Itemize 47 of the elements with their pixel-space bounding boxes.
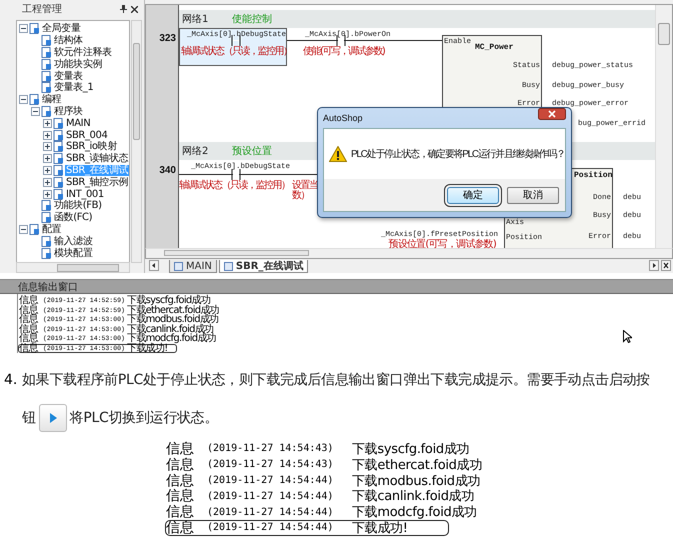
log-message: 下载ethercat.foid成功 — [127, 306, 220, 315]
contact-comment: 使能(可写，调试参数) — [303, 47, 384, 57]
log-message: 下载ethercat.foid成功 — [352, 456, 482, 474]
log-level: 信息 — [19, 315, 39, 324]
log-time: (2019-11-27 14:54:44) — [207, 506, 334, 518]
log-level: 信息 — [19, 296, 39, 306]
log-message: 下载modbus.foid成功 — [352, 472, 480, 489]
step-number: 4. — [3, 371, 18, 390]
log-time: (2019-11-27 14:54:44) — [207, 490, 334, 502]
log-level: 信息 — [19, 334, 39, 344]
log-message: 下载modbus.foid成功 — [127, 315, 219, 324]
log-time: (2019-11-27 14:54:44) — [207, 474, 334, 486]
network-comment: 预设位置 — [232, 144, 272, 158]
log-message: 下载成功! — [352, 520, 408, 537]
log-message: 下载syscfg.foid成功 — [127, 296, 210, 306]
dialog-message: PLC处于停止状态，确定要将PLC运行并且继续操作吗？ — [351, 148, 565, 161]
network-title: 网络2 — [182, 145, 210, 158]
panel-title: 工程管理 — [22, 3, 63, 16]
log-message: 下载modcfg.foid成功 — [352, 504, 477, 521]
log-level: 信息 — [166, 487, 195, 504]
block-name: MC_Power — [475, 43, 514, 52]
log-level: 信息 — [166, 456, 195, 474]
network-comment: 使能控制 — [232, 12, 272, 26]
log-message: 下载成功! — [127, 344, 168, 353]
log-message: 下载canlink.foid成功 — [127, 324, 214, 334]
contact-comment: 数） — [292, 191, 309, 201]
log-message: 下载modcfg.foid成功 — [127, 334, 216, 344]
line-number: 340 — [158, 165, 176, 176]
dialog-title: AutoShop — [323, 113, 363, 123]
network-title: 网络1 — [182, 13, 210, 26]
instruction-text: 如果下载程序前PLC处于停止状态，则下载完成后信息输出窗口弹出下载完成提示。需要手动点击启动按钮 将PLC切换到运行状态。 — [22, 361, 657, 437]
log-level: 信息 — [166, 472, 195, 488]
log-level: 信息 — [166, 440, 195, 458]
log-level: 信息 — [19, 344, 39, 353]
log-time: (2019-11-27 14:54:43) — [207, 443, 334, 454]
log-level: 信息 — [19, 324, 39, 334]
block-name: Position — [574, 171, 612, 180]
contact-comment: 轴调试状态（只读，监控用） — [179, 181, 290, 191]
log-message: 下载syscfg.foid成功 — [352, 440, 470, 458]
log-time: (2019-11-27 14:54:43) — [207, 459, 334, 470]
log-level: 信息 — [19, 306, 39, 315]
log-level: 信息 — [166, 518, 195, 537]
line-number: 323 — [158, 33, 176, 44]
window-title: 信息输出窗口 — [18, 280, 78, 294]
log-message: 下载canlink.foid成功 — [352, 488, 474, 505]
log-level: 信息 — [166, 503, 195, 520]
log-time: (2019-11-27 14:54:44) — [207, 522, 334, 534]
